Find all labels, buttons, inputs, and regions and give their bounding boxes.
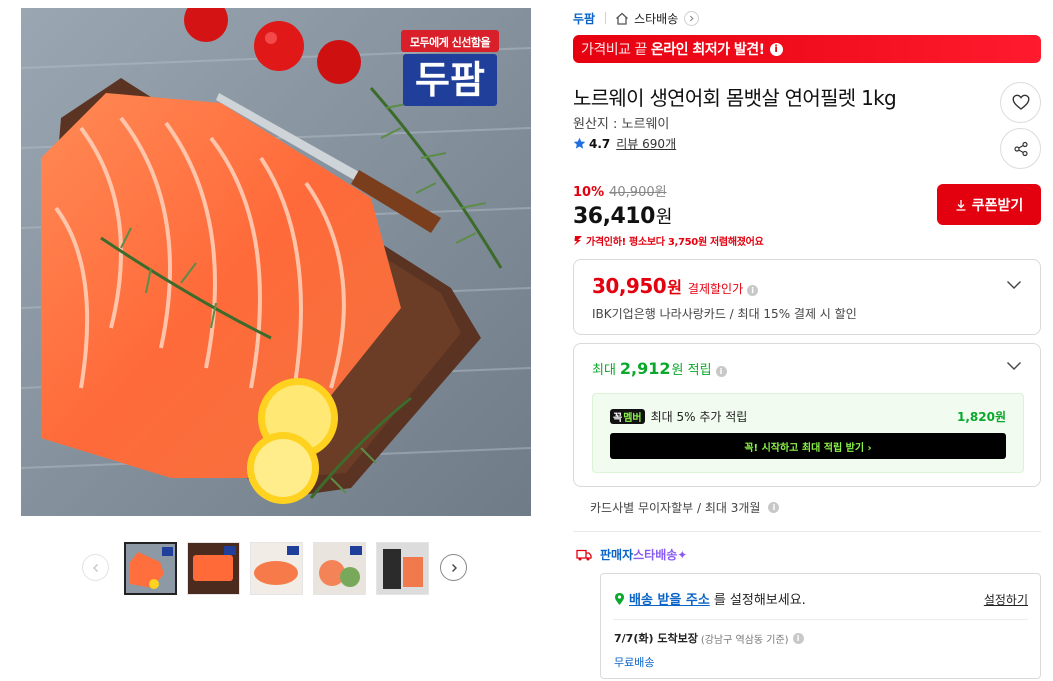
review-count-link[interactable]: 리뷰 690개 — [616, 135, 676, 152]
price-drop-text: 가격인하! 평소보다 3,750원 저렴해졌어요 — [586, 237, 764, 248]
product-rating: 4.7 리뷰 690개 — [573, 135, 676, 152]
free-shipping-label: 무료배송 — [614, 656, 655, 669]
membership-join-button[interactable]: 꼭! 시작하고 최대 적립 받기 › — [610, 433, 1006, 459]
product-origin: 원산지 : 노르웨이 — [573, 117, 670, 132]
discount-row: 10% 40,900원 — [573, 181, 763, 200]
salmon-dish-thumbnail-image — [314, 543, 365, 594]
coupon-button-label: 쿠폰받기 — [971, 197, 1024, 214]
salmon-package-thumbnail-image — [377, 543, 428, 594]
sale-price-row: 36,410 원 — [573, 203, 763, 229]
card-discount-description: IBK기업은행 나라사랑카드 / 최대 15% 결제 시 할인 — [592, 307, 857, 321]
share-button[interactable] — [1000, 128, 1041, 169]
delivery-type-header: 판매자 스타배송✦ — [576, 546, 687, 563]
delivery-seller-label: 판매자 — [600, 548, 634, 562]
address-settings-link[interactable]: 설정하기 — [984, 591, 1028, 608]
sale-price-unit: 원 — [655, 207, 673, 228]
discount-rate: 10% — [573, 185, 605, 200]
reward-headline: 최대 2,912 원 적립 i — [592, 359, 727, 378]
installment-text: 카드사별 무이자할부 / 최대 3개월 — [590, 501, 761, 515]
salmon-thumbnail-image — [126, 544, 175, 593]
thumbnail-4[interactable] — [313, 542, 366, 595]
promo-light-text: 가격비교 끝 — [581, 42, 647, 58]
thumbnail-5[interactable] — [376, 542, 429, 595]
breadcrumb-divider — [605, 12, 607, 24]
delivery-eta-note: (강남구 역삼동 기준) — [700, 634, 789, 646]
membership-badge-text-a: 꼭 — [613, 413, 623, 424]
info-icon[interactable]: i — [715, 366, 727, 377]
truck-icon — [576, 549, 592, 560]
chevron-down-icon[interactable] — [1006, 280, 1022, 290]
info-icon[interactable]: i — [768, 502, 780, 513]
breadcrumb: 두팜 스타배송 — [573, 10, 700, 27]
product-title: 노르웨이 생연어회 몸뱃살 연어필렛 1kg — [573, 86, 897, 110]
card-discount-unit: 원 — [667, 278, 682, 297]
thumbnail-1[interactable] — [124, 542, 177, 595]
card-discount-panel[interactable]: 30,950 원 결제할인가 i IBK기업은행 나라사랑카드 / 최대 15%… — [573, 259, 1041, 335]
membership-reward-box: 꼭 멤버 최대 5% 추가 적립 1,820원 꼭! 시작하고 최대 적립 받기… — [592, 393, 1024, 473]
chevron-down-icon[interactable] — [1006, 361, 1022, 371]
info-icon[interactable]: i — [792, 632, 804, 644]
delivery-star-label: 스타배송✦ — [633, 548, 688, 562]
promo-bold-text: 온라인 최저가 발견! — [650, 42, 765, 58]
address-divider — [613, 619, 1028, 620]
chevron-left-icon — [92, 563, 98, 572]
section-divider — [573, 531, 1041, 532]
delivery-address-box: 배송 받을 주소 를 설정해보세요. 설정하기 7/7(화) 도착보장 (강남구… — [600, 573, 1041, 679]
card-discount-price-row: 30,950 원 결제할인가 i — [592, 274, 759, 298]
reward-unit: 원 적립 — [671, 363, 712, 378]
reward-amount: 2,912 — [619, 359, 671, 378]
price-block: 10% 40,900원 36,410 원 가격인하! 평소보다 3,750원 저… — [573, 181, 764, 248]
price-drop-notice: 가격인하! 평소보다 3,750원 저렴해졌어요 — [573, 233, 764, 248]
address-prompt-text: 를 설정해보세요. — [713, 593, 806, 608]
brand-badge-main-text: 두팜 — [415, 58, 485, 102]
salmon-slices-thumbnail-image — [251, 543, 302, 594]
address-setup-link[interactable]: 배송 받을 주소 — [629, 589, 710, 608]
original-price: 40,900원 — [609, 185, 667, 200]
location-pin-icon — [615, 592, 624, 605]
price-down-arrow-icon — [574, 236, 582, 246]
rating-score: 4.7 — [589, 136, 611, 151]
info-icon[interactable]: i — [769, 42, 783, 56]
thumbnail-strip — [82, 540, 472, 596]
download-icon — [956, 199, 966, 211]
address-prompt: 배송 받을 주소 를 설정해보세요. — [614, 589, 806, 608]
heart-icon — [1011, 94, 1030, 110]
installment-info: 카드사별 무이자할부 / 최대 3개월 i — [590, 499, 780, 516]
product-main-image[interactable]: 모두에게 신선함을 두팜 — [21, 8, 531, 516]
chevron-right-icon[interactable] — [684, 10, 700, 26]
info-icon[interactable]: i — [747, 285, 759, 296]
reward-prefix: 최대 — [592, 363, 616, 378]
lowest-price-banner[interactable]: 가격비교 끝 온라인 최저가 발견! i — [573, 35, 1041, 63]
breadcrumb-category-link[interactable]: 스타배송 — [634, 10, 678, 27]
thumbnail-prev-button[interactable] — [82, 554, 109, 581]
star-icon — [573, 137, 586, 149]
delivery-eta-date: 7/7(화) 도착보장 — [614, 632, 698, 645]
thumbnail-2[interactable] — [187, 542, 240, 595]
coupon-download-button[interactable]: 쿠폰받기 — [937, 184, 1041, 225]
membership-reward-amount: 1,820원 — [957, 410, 1006, 424]
membership-reward-row: 꼭 멤버 최대 5% 추가 적립 1,820원 — [610, 408, 1006, 425]
breadcrumb-brand-link[interactable]: 두팜 — [573, 10, 595, 27]
delivery-eta: 7/7(화) 도착보장 (강남구 역삼동 기준) i — [614, 630, 804, 646]
membership-badge: 꼭 멤버 — [610, 409, 645, 424]
sale-price: 36,410 — [573, 204, 655, 229]
card-discount-price: 30,950 — [592, 274, 667, 298]
reward-points-panel[interactable]: 최대 2,912 원 적립 i 꼭 멤버 최대 5% 추가 적립 1,820원 … — [573, 343, 1041, 487]
membership-reward-text: 최대 5% 추가 적립 — [650, 410, 748, 424]
thumbnail-3[interactable] — [250, 542, 303, 595]
card-discount-label: 결제할인가 — [687, 282, 744, 296]
share-icon — [1013, 141, 1028, 156]
home-icon — [615, 12, 629, 25]
brand-badge-top-text: 모두에게 신선함을 — [409, 36, 491, 49]
chevron-right-icon — [451, 563, 457, 572]
salmon-board-thumbnail-image — [188, 543, 239, 594]
wishlist-button[interactable] — [1000, 82, 1041, 123]
thumbnail-next-button[interactable] — [440, 554, 467, 581]
membership-badge-text-b: 멤버 — [623, 413, 642, 424]
